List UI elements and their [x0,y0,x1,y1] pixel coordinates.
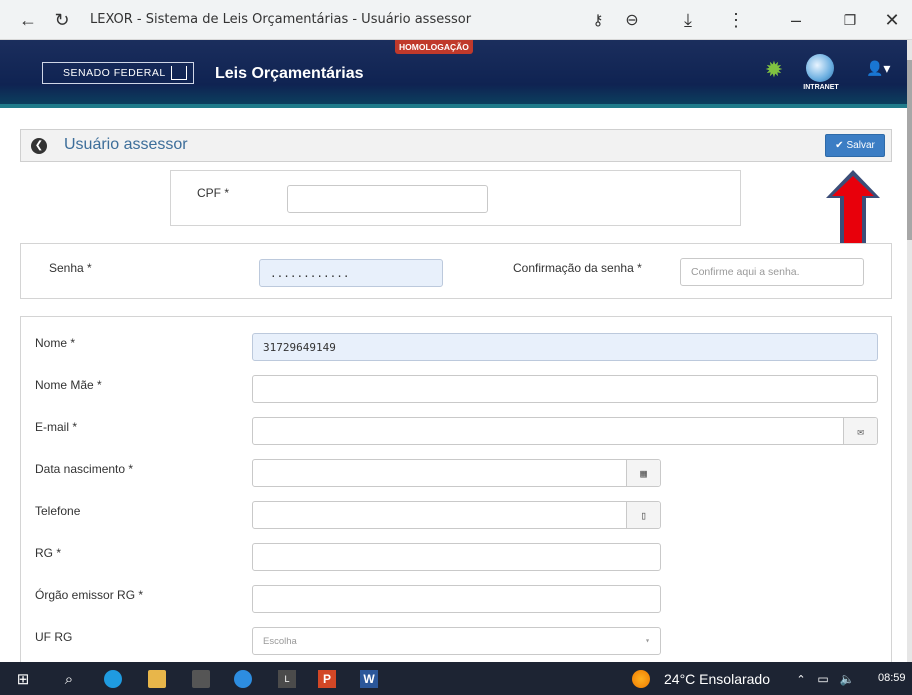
chevron-down-icon: ▾ [645,636,650,645]
tray-up-icon[interactable]: ⌃ [792,670,810,688]
environment-badge: HOMOLOGAÇÃO [395,40,473,54]
email-label: E-mail * [35,420,78,434]
scrollbar-thumb[interactable] [907,60,912,240]
senha-input[interactable]: ............ [259,259,443,287]
edge-icon[interactable] [104,670,122,688]
user-menu-icon[interactable]: 👤▾ [866,60,890,77]
search-icon[interactable]: ⌕ [60,670,78,688]
rg-input[interactable] [252,543,661,571]
browser-tab-title: LEXOR - Sistema de Leis Orçamentárias - … [90,12,472,27]
gear-icon[interactable]: ✹ [762,58,786,82]
page-title-bar: ❮ Usuário assessor ✔ Salvar [20,129,892,162]
orgao-emissor-input[interactable] [252,585,661,613]
page-title: Usuário assessor [64,136,188,153]
intranet-globe-icon[interactable] [806,54,834,82]
check-icon: ✔ [835,140,844,151]
app-header: SENADO FEDERAL Leis Orçamentárias HOMOLO… [0,40,907,108]
calculator-icon[interactable] [192,670,210,688]
reload-icon[interactable]: ↻ [48,6,76,34]
rg-label: RG * [35,546,62,560]
cpf-panel: CPF * [170,170,741,226]
nome-label: Nome * [35,336,76,350]
personal-data-panel: Nome * 31729649149 Nome Mãe * E-mail * ✉… [20,316,892,666]
save-button[interactable]: ✔ Salvar [825,134,885,157]
page-scrollbar[interactable] [907,40,912,662]
minimize-icon[interactable]: – [782,6,810,34]
confirmacao-placeholder: Confirme aqui a senha. [691,266,800,278]
senha-label: Senha * [49,261,92,275]
cpf-input[interactable] [287,185,488,213]
network-icon[interactable]: ▭ [814,670,832,688]
save-button-label: Salvar [846,140,875,151]
confirmacao-input[interactable]: Confirme aqui a senha. [680,258,864,286]
data-nascimento-label: Data nascimento * [35,462,134,476]
weather-sun-icon[interactable] [632,670,650,688]
cpf-label: CPF * [197,186,230,200]
uf-rg-select[interactable]: Escolha ▾ [252,627,661,655]
back-circle-icon[interactable]: ❮ [31,138,47,154]
senado-logo[interactable]: SENADO FEDERAL [42,62,194,84]
telefone-label: Telefone [35,504,81,518]
browser-titlebar: ← ↻ LEXOR - Sistema de Leis Orçamentária… [0,0,912,40]
uf-rg-selected: Escolha [263,635,297,647]
calendar-icon[interactable]: ▦ [626,460,660,486]
nome-mae-label: Nome Mãe * [35,378,102,392]
close-icon[interactable]: ✕ [878,6,906,34]
phone-icon: ▯ [626,502,660,528]
uf-rg-label: UF RG [35,630,73,644]
envelope-icon: ✉ [843,418,877,444]
file-explorer-icon[interactable] [148,670,166,688]
weather-text[interactable]: 24°C Ensolarado [664,671,770,687]
senado-brand-text: SENADO FEDERAL [63,67,166,79]
senado-logo-mark-icon [171,66,187,80]
zoom-out-icon[interactable]: ⊖ [618,6,646,34]
nome-mae-input[interactable] [252,375,878,403]
telefone-input[interactable]: ▯ [252,501,661,529]
nome-input[interactable]: 31729649149 [252,333,878,361]
email-input[interactable]: ✉ [252,417,878,445]
volume-icon[interactable]: 🔈 [838,670,856,688]
app-l-icon[interactable]: L [278,670,296,688]
download-icon[interactable]: ⤓ [674,6,702,34]
confirmacao-label: Confirmação da senha * [513,261,642,275]
app-name[interactable]: Leis Orçamentárias [215,65,364,83]
windows-taskbar: ⊞ ⌕ L P W 24°C Ensolarado ⌃ ▭ 🔈 08:59 [0,662,912,695]
tray-clock[interactable]: 08:59 [878,672,906,684]
password-panel: Senha * ............ Confirmação da senh… [20,243,892,299]
back-arrow-icon[interactable]: ← [14,6,42,34]
powerpoint-icon[interactable]: P [318,670,336,688]
data-nascimento-input[interactable]: ▦ [252,459,661,487]
orgao-emissor-label: Órgão emissor RG * [35,588,144,602]
windows-start-icon[interactable]: ⊞ [14,670,32,688]
intranet-label: INTRANET [803,84,839,91]
word-icon[interactable]: W [360,670,378,688]
restore-icon[interactable]: ❐ [836,6,864,34]
media-icon[interactable] [234,670,252,688]
menu-dots-icon[interactable]: ⋮ [722,6,750,34]
key-icon[interactable]: ⚷ [584,6,612,34]
